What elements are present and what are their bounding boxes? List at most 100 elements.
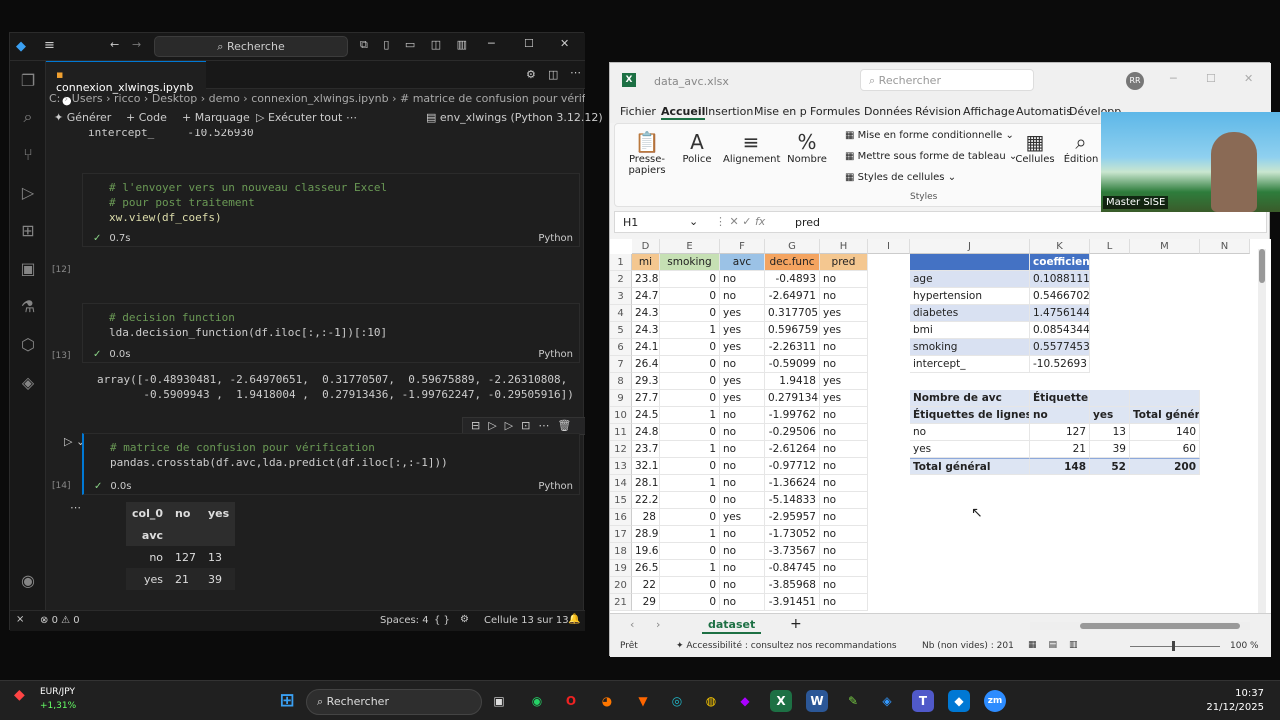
view-icons[interactable]: ▦▤▥ <box>1028 640 1090 650</box>
data-cell[interactable]: yes <box>720 339 765 356</box>
run-debug-icon[interactable]: ▷ <box>16 181 40 205</box>
data-cell[interactable]: no <box>720 492 765 509</box>
data-cell[interactable]: no <box>720 475 765 492</box>
pivot-cell[interactable] <box>1090 390 1130 407</box>
data-cell[interactable]: no <box>820 339 868 356</box>
column-header[interactable]: L <box>1090 239 1130 254</box>
coef-header[interactable]: coefficients <box>1030 254 1090 271</box>
column-header[interactable]: M <box>1130 239 1200 254</box>
cells-button[interactable]: ▦ Cellules <box>1015 130 1055 165</box>
tab-donnees[interactable]: Données <box>864 105 912 118</box>
data-cell[interactable]: -5.14833 <box>765 492 820 509</box>
extensions-icon[interactable]: ⊞ <box>16 219 40 243</box>
problems-indicator[interactable]: ⊗ 0 ⚠ 0 <box>40 615 80 626</box>
opera-icon[interactable]: O <box>560 690 582 712</box>
breadcrumb-item[interactable]: # matrice de confusion pour vérification <box>400 92 585 105</box>
coef-name[interactable]: diabetes <box>910 305 1030 322</box>
account-icon[interactable]: ◉ <box>16 569 40 593</box>
tab-notebook[interactable]: ▪ connexion_xlwings.ipynb ● <box>46 61 206 107</box>
row-header[interactable]: 6 <box>610 339 632 356</box>
data-cell[interactable]: -2.26311 <box>765 339 820 356</box>
zoom-slider[interactable] <box>1130 641 1220 651</box>
coef-value[interactable]: 1.47561449 <box>1030 305 1090 322</box>
remote-icon[interactable]: ⨯ <box>16 614 24 625</box>
tab-affichage[interactable]: Affichage <box>963 105 1015 118</box>
indent-status[interactable]: Spaces: 4 <box>380 615 429 626</box>
tab-revision[interactable]: Révision <box>915 105 961 118</box>
jupyter-icon[interactable]: ⬡ <box>16 333 40 357</box>
data-cell[interactable]: yes <box>720 305 765 322</box>
windows-start-icon[interactable]: ⊞ <box>276 690 298 712</box>
file-name[interactable]: data_avc.xlsx <box>654 75 729 88</box>
editing-button[interactable]: ⌕ Édition <box>1061 130 1101 165</box>
tab-fichier[interactable]: Fichier <box>620 105 656 118</box>
back-arrow-icon[interactable]: ← <box>110 38 119 51</box>
data-cell[interactable]: 0 <box>660 390 720 407</box>
data-cell[interactable]: 0 <box>660 492 720 509</box>
breadcrumb-item[interactable]: ricco <box>114 92 140 105</box>
teams-icon[interactable]: T <box>912 690 934 712</box>
chrome-icon[interactable]: ◍ <box>700 690 722 712</box>
data-cell[interactable]: no <box>820 492 868 509</box>
data-cell[interactable]: 0.317705 <box>765 305 820 322</box>
next-sheet-icon[interactable]: › <box>656 618 660 631</box>
pivot-value[interactable]: 52 <box>1090 458 1130 475</box>
breadcrumb-item[interactable]: C: <box>49 92 60 105</box>
code-cell-12[interactable]: # l'envoyer vers un nouveau classeur Exc… <box>82 173 580 247</box>
data-cell[interactable]: 24.8 <box>632 424 660 441</box>
row-header[interactable]: 13 <box>610 458 632 475</box>
data-cell[interactable]: 1 <box>660 441 720 458</box>
layout-icons[interactable]: ⧉ ▯ ▭ ◫ ▥ <box>360 38 473 52</box>
close-icon[interactable]: ✕ <box>560 37 569 50</box>
pivot-value[interactable]: 140 <box>1130 424 1200 441</box>
data-cell[interactable]: no <box>820 356 868 373</box>
row-header[interactable]: 11 <box>610 424 632 441</box>
braces-status[interactable]: { } <box>434 615 450 626</box>
cell-position[interactable]: Cellule 13 sur 13 <box>484 615 569 626</box>
data-cell[interactable]: -0.4893 <box>765 271 820 288</box>
spreadsheet-grid[interactable]: DEFGHIJKLMN 1 2 3 4 5 6 7 8 9 10 11 12 13 14 15 16 17 18 1… <box>610 239 1271 613</box>
breadcrumb-item[interactable]: demo <box>209 92 240 105</box>
column-header[interactable]: G <box>765 239 820 254</box>
fx-icon[interactable]: ⋮ ✕ ✓ fx <box>715 215 765 228</box>
data-cell[interactable]: -2.64971 <box>765 288 820 305</box>
clock[interactable]: 10:37 21/12/2025 <box>1200 687 1264 715</box>
cell-source[interactable]: # decision function lda.decision_functio… <box>83 304 579 340</box>
data-cell[interactable]: yes <box>720 322 765 339</box>
data-header[interactable]: mi <box>632 254 660 271</box>
row-header[interactable]: 7 <box>610 356 632 373</box>
zoom-app-icon[interactable]: zm <box>984 690 1006 712</box>
accessibility-status[interactable]: ✦ Accessibilité : consultez nos recomman… <box>676 641 897 651</box>
breadcrumb-item[interactable]: connexion_xlwings.ipynb <box>251 92 388 105</box>
maximize-icon[interactable]: ☐ <box>524 37 534 50</box>
row-header[interactable]: 19 <box>610 560 632 577</box>
excel-search-box[interactable]: ⌕ Rechercher <box>860 69 1034 91</box>
whatsapp-icon[interactable]: ◉ <box>526 690 548 712</box>
data-cell[interactable]: -3.91451 <box>765 594 820 611</box>
name-box-dropdown-icon[interactable]: ⌄ <box>689 215 698 228</box>
column-header[interactable]: E <box>660 239 720 254</box>
data-cell[interactable]: -2.61264 <box>765 441 820 458</box>
data-cell[interactable]: 23.8 <box>632 271 660 288</box>
row-header[interactable]: 8 <box>610 373 632 390</box>
data-cell[interactable]: 0 <box>660 594 720 611</box>
data-cell[interactable]: -3.73567 <box>765 543 820 560</box>
cell-styles-button[interactable]: ▦ Styles de cellules ⌄ <box>845 172 956 183</box>
data-cell[interactable]: 1 <box>660 407 720 424</box>
column-header[interactable]: D <box>632 239 660 254</box>
data-cell[interactable]: 0 <box>660 509 720 526</box>
column-header[interactable]: K <box>1030 239 1090 254</box>
tab-accueil[interactable]: Accueil <box>661 105 706 120</box>
pivot-row-label[interactable]: no <box>910 424 1030 441</box>
row-header[interactable]: 3 <box>610 288 632 305</box>
data-cell[interactable]: 32.1 <box>632 458 660 475</box>
data-cell[interactable]: 29.3 <box>632 373 660 390</box>
data-cell[interactable]: 27.7 <box>632 390 660 407</box>
data-cell[interactable]: 0.279134 <box>765 390 820 407</box>
row-header[interactable]: 12 <box>610 441 632 458</box>
data-cell[interactable]: 24.5 <box>632 407 660 424</box>
row-header[interactable]: 10 <box>610 407 632 424</box>
data-cell[interactable]: no <box>820 577 868 594</box>
breadcrumb-item[interactable]: Desktop <box>152 92 197 105</box>
data-cell[interactable]: 0 <box>660 458 720 475</box>
